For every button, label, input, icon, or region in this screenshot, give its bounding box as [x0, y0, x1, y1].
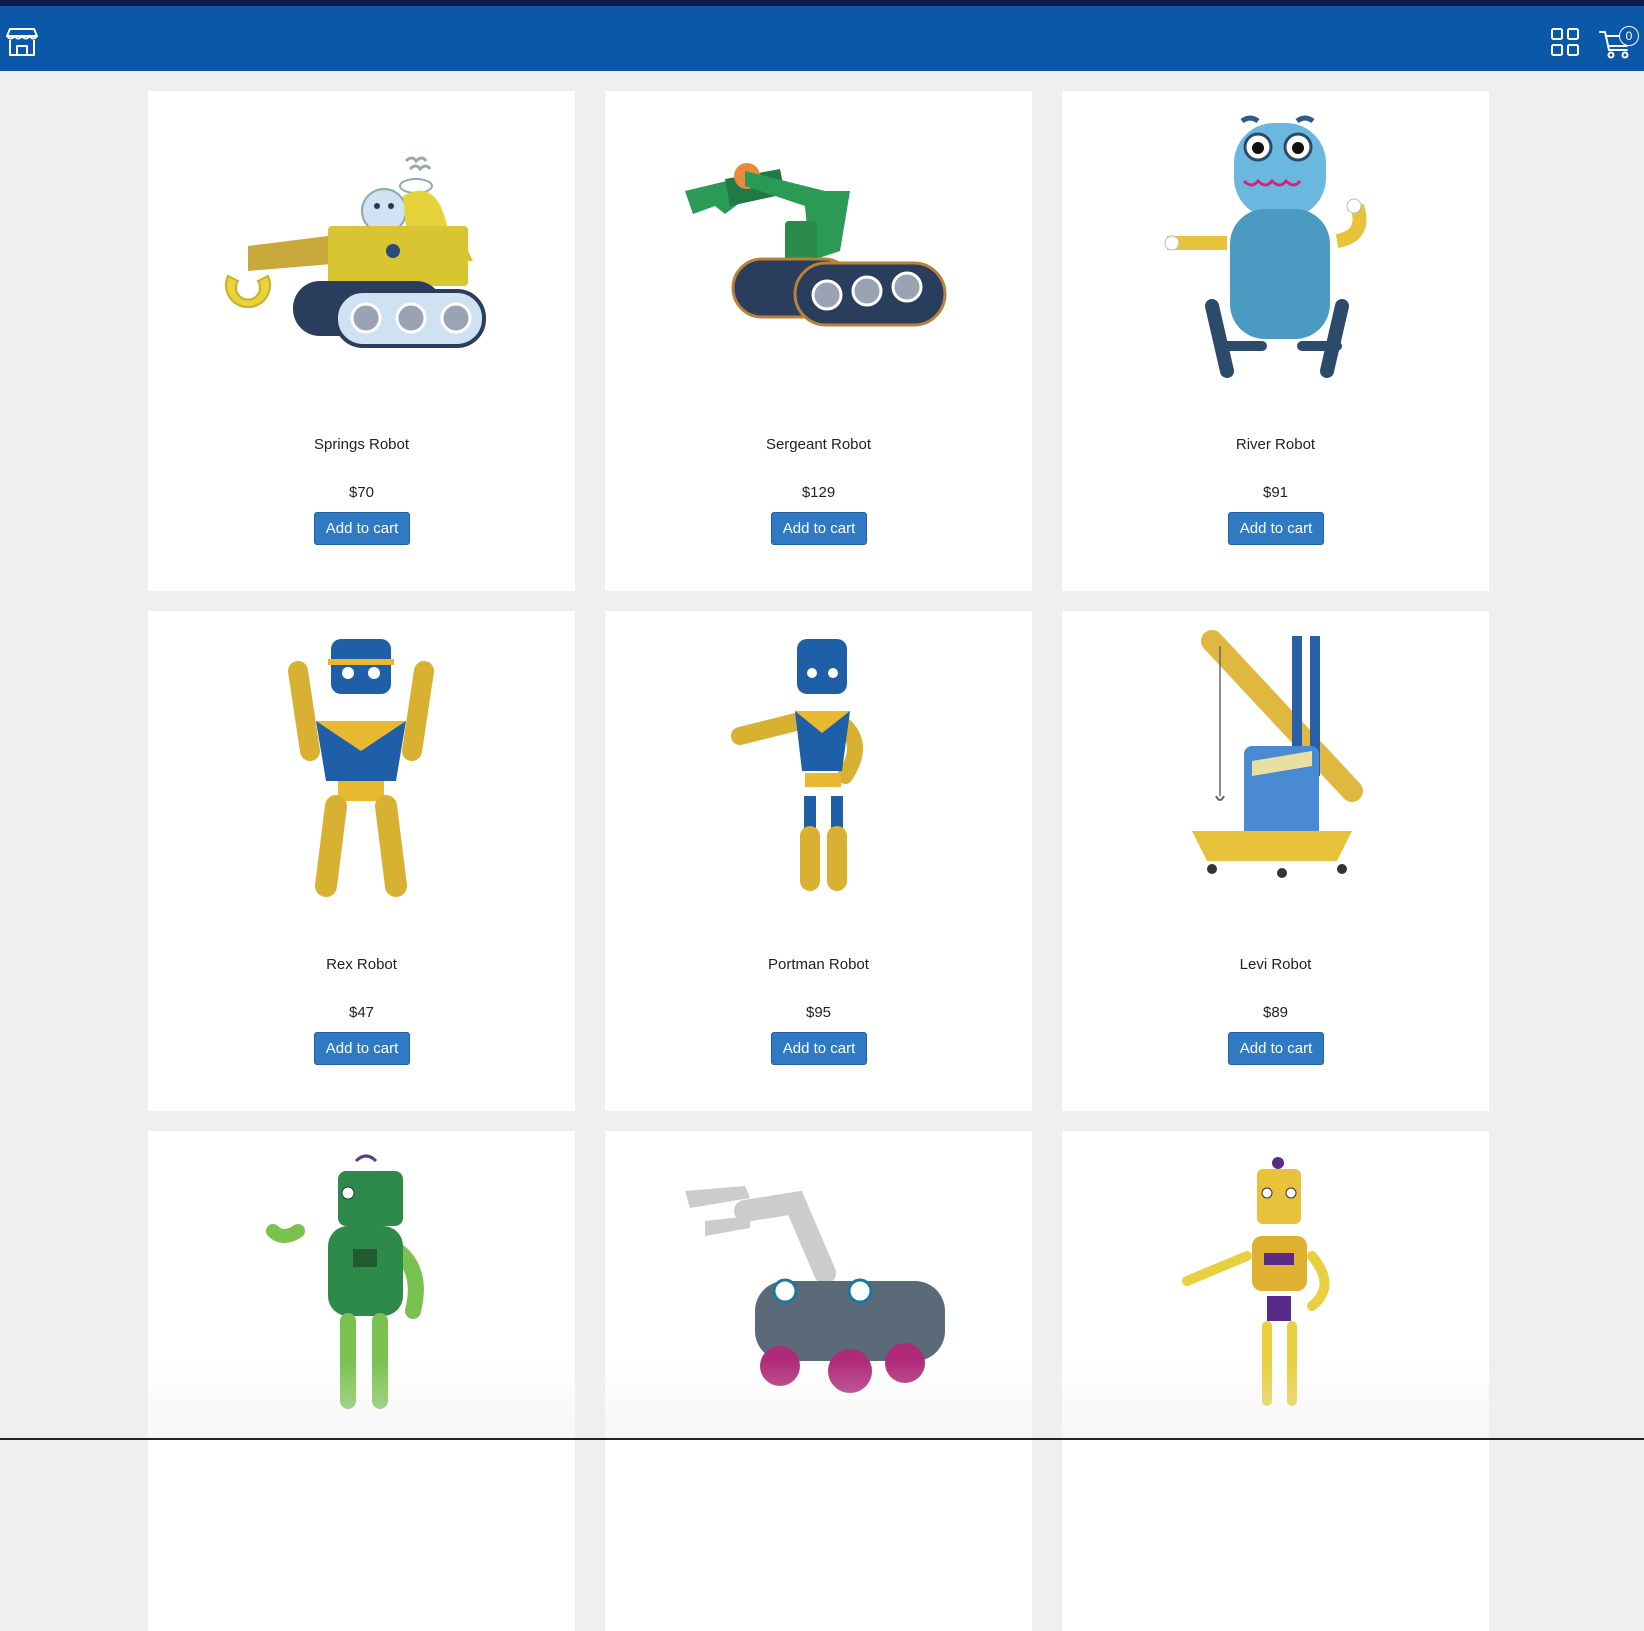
product-card: Portman Robot $95 Add to cart [605, 611, 1032, 1111]
product-price: $70 [348, 484, 375, 501]
product-image-levi-robot [1192, 630, 1363, 878]
product-image-grey-robot [685, 1186, 945, 1393]
add-to-cart-button[interactable]: Add to cart [314, 512, 410, 545]
product-image-green-robot [266, 1154, 424, 1409]
product-card [1062, 1131, 1489, 1631]
product-name: Rex Robot [326, 956, 397, 973]
product-card [605, 1131, 1032, 1631]
add-to-cart-button[interactable]: Add to cart [771, 512, 867, 545]
product-card: Levi Robot $89 Add to cart [1062, 611, 1489, 1111]
product-image-yellow-robot [1182, 1157, 1330, 1406]
add-to-cart-button[interactable]: Add to cart [771, 1032, 867, 1065]
product-card: Springs Robot $70 Add to cart [148, 91, 575, 591]
product-card: Sergeant Robot $129 Add to cart [605, 91, 1032, 591]
add-to-cart-button[interactable]: Add to cart [1228, 512, 1324, 545]
product-grid: Springs Robot $70 Add to cart Sergeant R… [148, 91, 1490, 1631]
product-image-portman-robot [731, 639, 863, 891]
storefront-icon[interactable] [6, 27, 38, 57]
product-image-springs-robot [225, 156, 486, 348]
product-price: $129 [801, 484, 836, 501]
product-price: $47 [348, 1004, 375, 1021]
product-image-rex-robot [288, 639, 434, 897]
product-card [148, 1131, 575, 1631]
product-price: $95 [805, 1004, 832, 1021]
product-name: Springs Robot [313, 436, 410, 453]
product-name: River Robot [1235, 436, 1316, 453]
add-to-cart-button[interactable]: Add to cart [1228, 1032, 1324, 1065]
top-navbar: 0 [0, 6, 1644, 71]
grid-view-icon[interactable] [1551, 28, 1579, 56]
cart-count-badge: 0 [1619, 26, 1639, 46]
product-price: $91 [1262, 484, 1289, 501]
product-name: Sergeant Robot [765, 436, 872, 453]
product-name: Portman Robot [768, 956, 869, 973]
product-price: $89 [1262, 1004, 1289, 1021]
add-to-cart-button[interactable]: Add to cart [314, 1032, 410, 1065]
product-card: Rex Robot $47 Add to cart [148, 611, 575, 1111]
product-image-sergeant-robot [685, 163, 947, 327]
product-card: River Robot $91 Add to cart [1062, 91, 1489, 591]
product-name: Levi Robot [1239, 956, 1312, 973]
product-image-river-robot [1164, 115, 1367, 378]
